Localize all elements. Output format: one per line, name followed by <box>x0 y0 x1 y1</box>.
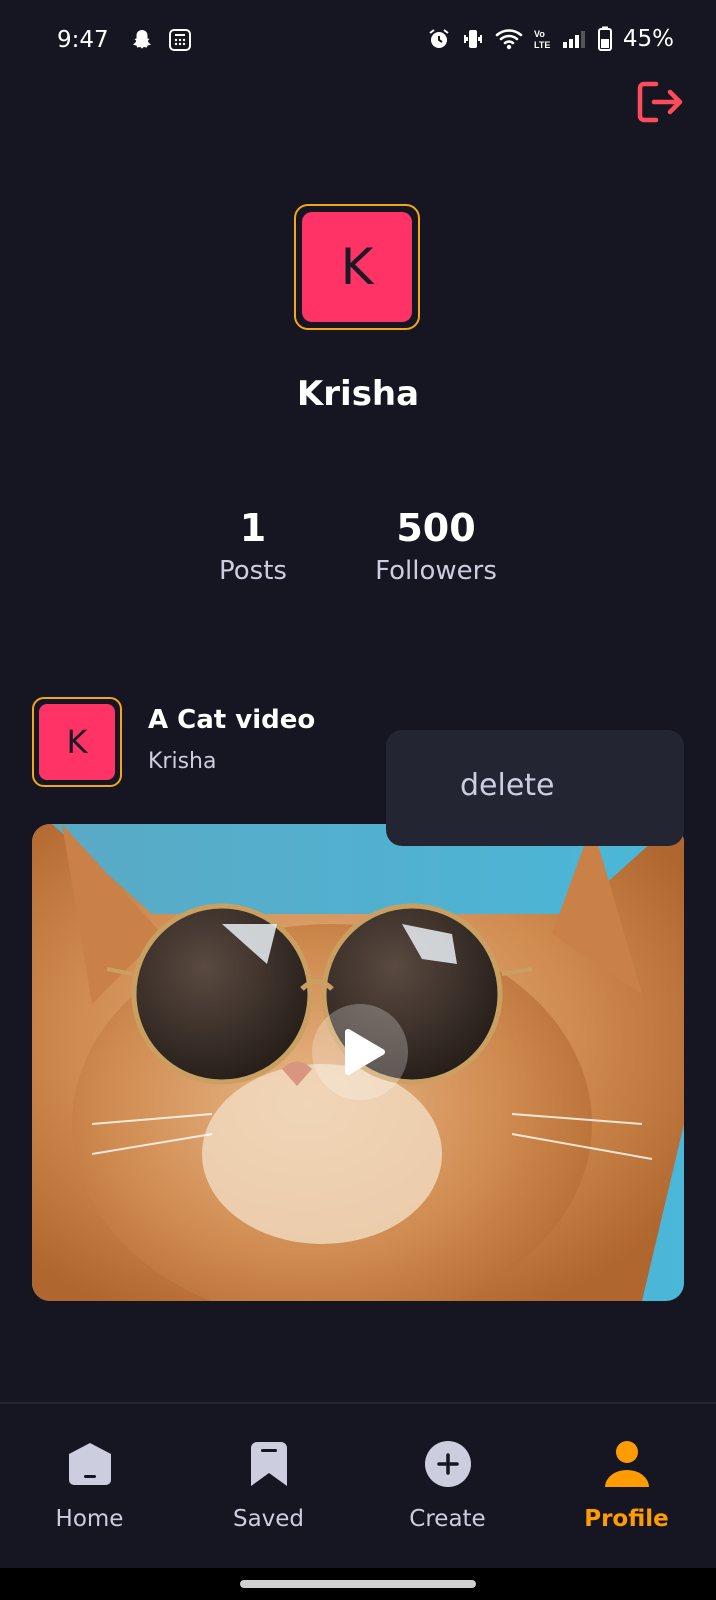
battery-icon <box>597 26 612 51</box>
tab-saved[interactable]: Saved <box>179 1404 358 1570</box>
status-bar: 9:47 Vo LTE 45% <box>0 0 716 84</box>
post-avatar: K <box>32 697 122 787</box>
posts-count: 1 <box>239 506 267 550</box>
tab-create-label: Create <box>409 1506 486 1532</box>
profile-avatar-initial: K <box>302 212 412 322</box>
vibrate-icon <box>463 30 482 48</box>
snapchat-icon <box>133 30 151 49</box>
tab-home-label: Home <box>55 1506 124 1532</box>
post-avatar-initial: K <box>39 704 115 780</box>
svg-text:Vo: Vo <box>534 29 545 39</box>
posts-label: Posts <box>219 556 287 586</box>
tab-create[interactable]: Create <box>358 1404 537 1570</box>
tab-saved-label: Saved <box>232 1506 305 1532</box>
signal-icon <box>562 31 585 48</box>
bookmark-icon <box>250 1442 287 1486</box>
battery-level: 45% <box>622 26 674 52</box>
plus-circle-icon <box>424 1441 471 1487</box>
person-icon <box>604 1441 649 1487</box>
play-icon <box>345 1029 385 1075</box>
logout-button[interactable] <box>634 78 686 126</box>
delete-menu-item[interactable]: delete <box>460 768 555 803</box>
logout-icon <box>637 81 683 123</box>
followers-count: 500 <box>396 506 476 550</box>
play-button[interactable] <box>312 1004 408 1100</box>
stat-followers: 500 Followers <box>356 506 516 586</box>
home-gesture-bar[interactable] <box>240 1580 476 1588</box>
volte-icon: VoLTE <box>534 29 550 50</box>
tab-profile-label: Profile <box>584 1506 669 1532</box>
post-title: A Cat video <box>148 705 316 735</box>
followers-label: Followers <box>375 556 497 586</box>
bottom-tab-bar: Home Saved Create Profile <box>0 1402 716 1570</box>
tab-profile[interactable]: Profile <box>537 1404 716 1570</box>
profile-name: Krisha <box>296 374 420 414</box>
post-author: Krisha <box>148 749 217 774</box>
alarm-icon <box>429 29 449 48</box>
profile-avatar: K <box>294 204 420 330</box>
wifi-icon <box>495 29 523 50</box>
tab-home[interactable]: Home <box>0 1404 179 1570</box>
home-icon <box>68 1443 111 1485</box>
svg-text:LTE: LTE <box>534 40 550 50</box>
status-time: 9:47 <box>57 27 109 53</box>
calculator-icon <box>169 29 191 51</box>
stat-posts: 1 Posts <box>198 506 308 586</box>
post-context-menu: delete <box>386 730 684 846</box>
